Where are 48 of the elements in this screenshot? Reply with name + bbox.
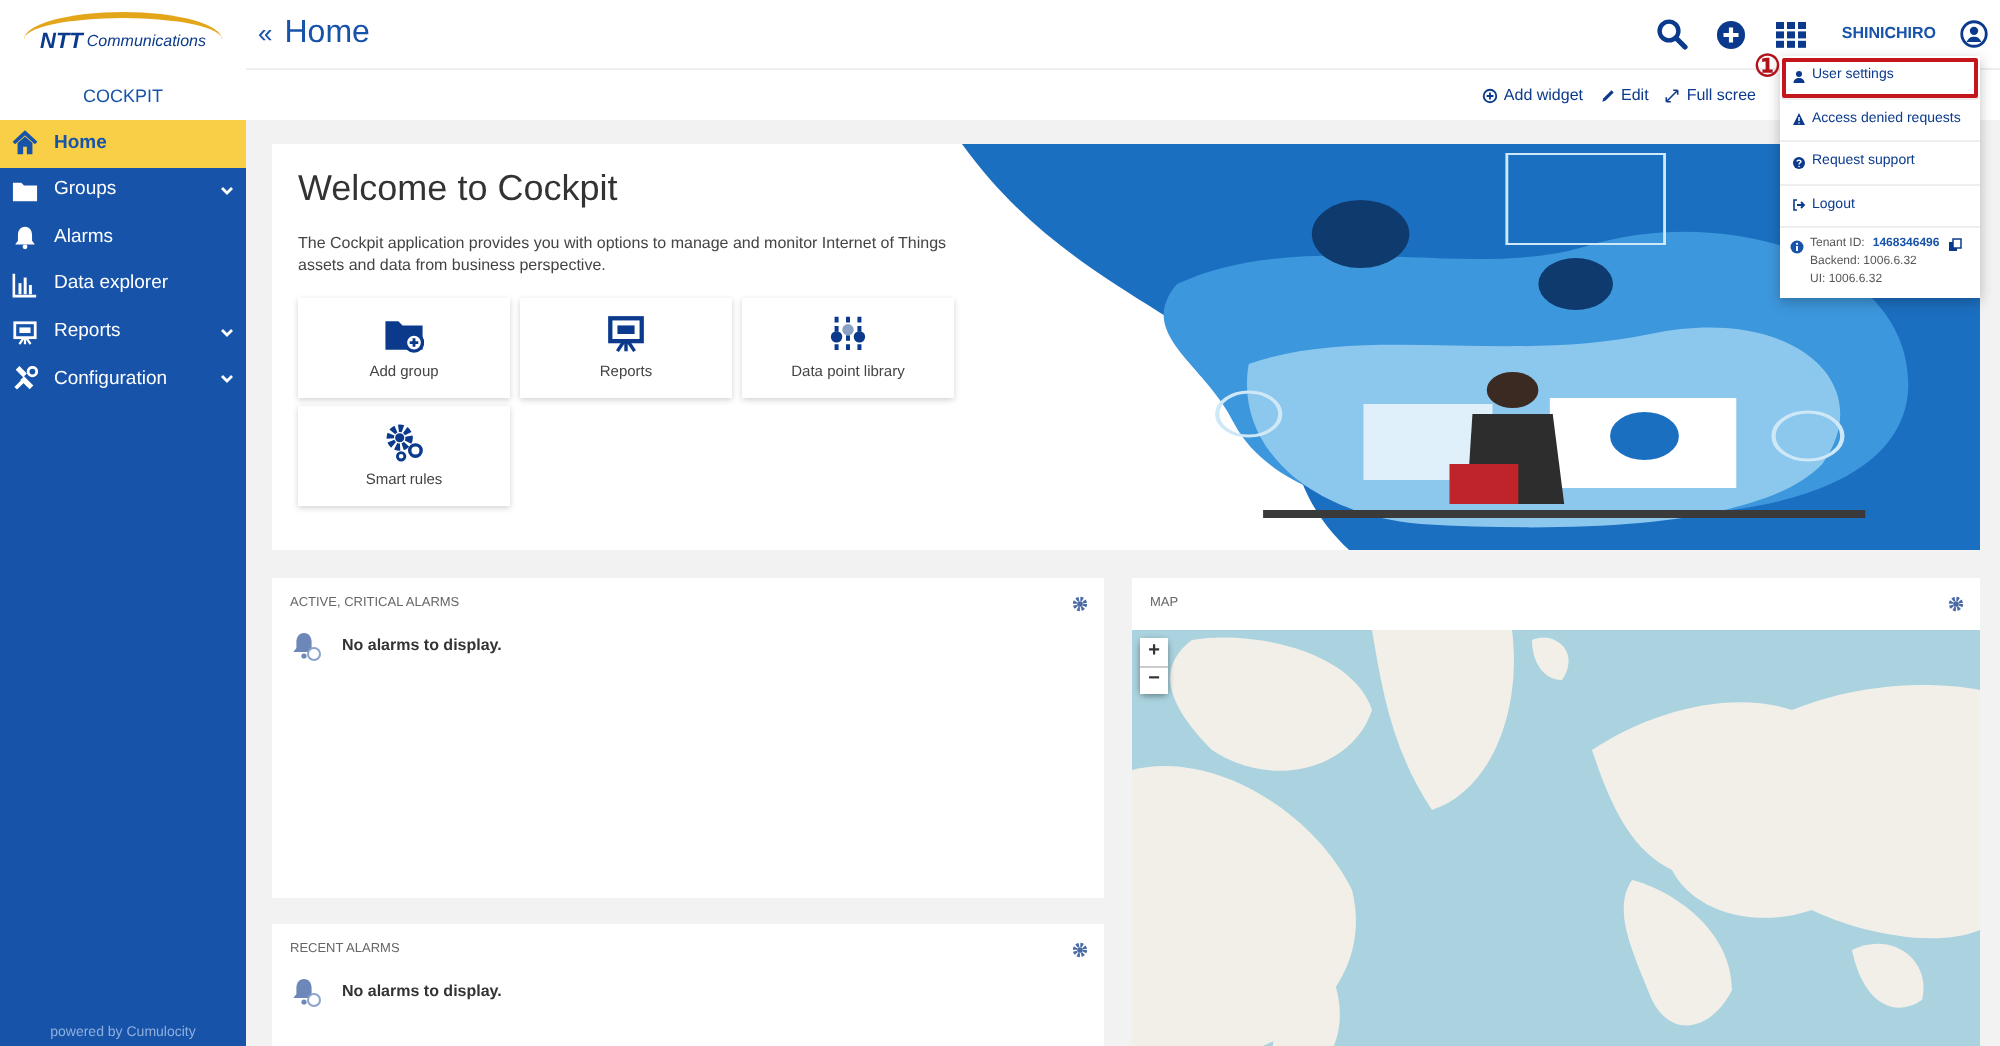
sidebar-item[interactable]: Configuration (0, 355, 246, 404)
search-icon[interactable] (1655, 18, 1688, 50)
presentation-board-icon (12, 319, 38, 346)
add-icon (1481, 87, 1498, 103)
sliders-icon (828, 313, 868, 354)
toolbar-button[interactable]: Full scree (1664, 83, 1756, 107)
user-name[interactable]: SHINICHIRO (1841, 22, 1936, 46)
settings-icon[interactable] (1948, 595, 1964, 612)
sidebar-item[interactable]: Groups (0, 167, 246, 215)
app-grid-icon[interactable] (1776, 21, 1807, 47)
welcome-title: Welcome to Cockpit (298, 168, 620, 212)
toolbar-button[interactable]: Edit (1599, 83, 1649, 107)
app-name: COCKPIT (82, 83, 163, 109)
help-icon (1792, 155, 1806, 170)
user-avatar-icon[interactable] (1960, 18, 1988, 50)
home-icon (12, 130, 38, 157)
sidebar-item[interactable]: Data explorer (0, 261, 246, 309)
presentation-board-icon (606, 313, 646, 354)
settings-icon[interactable] (1072, 941, 1088, 958)
copy-icon[interactable] (1947, 238, 1962, 252)
page-title: Home (284, 14, 370, 54)
empty-message: No alarms to display. (342, 979, 502, 1004)
folder-icon (12, 177, 38, 204)
user-icon (1792, 69, 1806, 84)
bell-icon (12, 224, 38, 251)
collapse-button[interactable]: « (258, 14, 285, 54)
warning-icon (1792, 112, 1806, 127)
bell-icon (290, 975, 322, 1008)
zoom-out-button[interactable]: − (1140, 665, 1168, 694)
toolbar-button[interactable]: Add widget (1481, 83, 1584, 107)
gears-icon (384, 421, 424, 462)
sidebar-item[interactable]: Alarms (0, 214, 246, 262)
bar-chart-icon (12, 272, 38, 299)
fullscreen-icon (1664, 87, 1681, 103)
bell-icon (290, 629, 322, 662)
sidebar-item[interactable]: Reports (0, 308, 246, 356)
welcome-text: The Cockpit application provides you with options to manage and monitor Internet of Things assets and data from business perspective. (298, 231, 949, 278)
sidebar-item[interactable]: Home (0, 120, 246, 168)
annotation-number: ① (1754, 52, 1780, 82)
zoom-in-button[interactable]: + (1140, 637, 1168, 666)
tools-icon (12, 366, 38, 393)
logo: NTT Communications (24, 12, 222, 67)
add-icon[interactable] (1716, 19, 1747, 49)
logout-icon (1792, 198, 1806, 213)
empty-message: No alarms to display. (342, 633, 502, 658)
settings-icon[interactable] (1072, 595, 1088, 612)
pencil-icon (1599, 87, 1616, 103)
info-icon (1790, 240, 1804, 254)
